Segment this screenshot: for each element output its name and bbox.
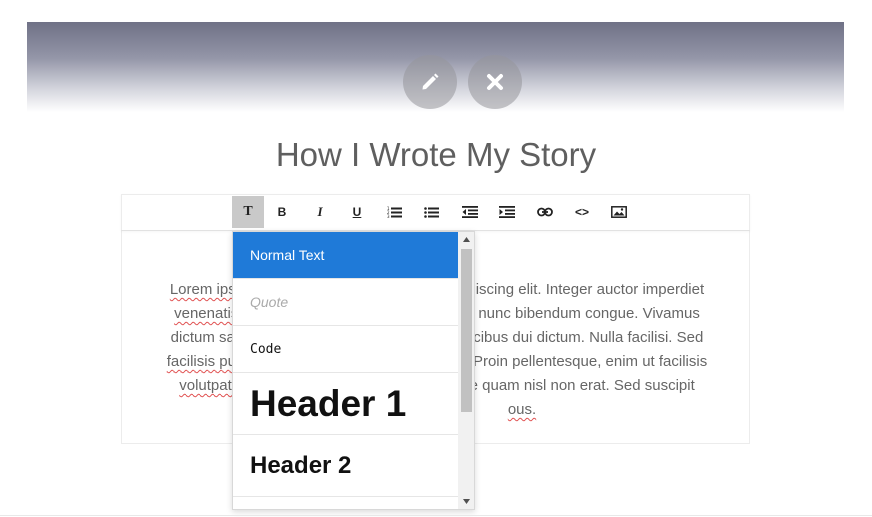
- page-divider: [0, 515, 872, 516]
- unordered-list-button[interactable]: [416, 196, 448, 228]
- link-icon: [537, 207, 553, 217]
- close-icon: [487, 74, 503, 90]
- svg-text:3: 3: [387, 214, 390, 218]
- bold-button[interactable]: B: [266, 196, 298, 228]
- image-button[interactable]: [603, 196, 635, 228]
- indent-button[interactable]: [491, 196, 523, 228]
- option-header-2[interactable]: Header 2: [233, 435, 458, 497]
- edit-cover-button[interactable]: [403, 55, 457, 109]
- underline-icon: U: [352, 205, 362, 219]
- outdent-button[interactable]: [454, 196, 486, 228]
- text-style-button[interactable]: T: [232, 196, 264, 228]
- ordered-list-button[interactable]: 1 2 3: [379, 196, 411, 228]
- bold-icon: B: [277, 205, 287, 219]
- scroll-up-arrow-icon[interactable]: [458, 232, 474, 247]
- dropdown-scrollbar[interactable]: [458, 232, 474, 509]
- code-icon: <>: [574, 205, 589, 219]
- remove-cover-button[interactable]: [468, 55, 522, 109]
- scrollbar-thumb[interactable]: [461, 249, 472, 412]
- italic-button[interactable]: I: [304, 196, 336, 228]
- indent-icon: [499, 206, 515, 218]
- option-normal-text[interactable]: Normal Text: [233, 232, 458, 279]
- image-icon: [611, 206, 627, 218]
- text-style-icon: T: [243, 204, 253, 219]
- option-code[interactable]: Code: [233, 326, 458, 373]
- unordered-list-icon: [424, 207, 439, 218]
- code-button[interactable]: <>: [566, 196, 598, 228]
- pencil-icon: [422, 73, 439, 90]
- underline-button[interactable]: U: [341, 196, 373, 228]
- cover-image: [27, 22, 844, 112]
- scroll-down-arrow-icon[interactable]: [458, 494, 474, 509]
- ordered-list-icon: 1 2 3: [387, 206, 402, 218]
- option-header-1[interactable]: Header 1: [233, 373, 458, 435]
- link-button[interactable]: [529, 196, 561, 228]
- text-style-list: Normal Text Quote Code Header 1 Header 2: [233, 232, 458, 497]
- italic-icon: I: [317, 204, 323, 219]
- story-title[interactable]: How I Wrote My Story: [0, 136, 872, 174]
- outdent-icon: [462, 206, 478, 218]
- option-quote[interactable]: Quote: [233, 279, 458, 326]
- text-style-dropdown[interactable]: Normal Text Quote Code Header 1 Header 2: [232, 231, 475, 510]
- editor-toolbar: T B I U 1 2 3 <>: [121, 194, 750, 231]
